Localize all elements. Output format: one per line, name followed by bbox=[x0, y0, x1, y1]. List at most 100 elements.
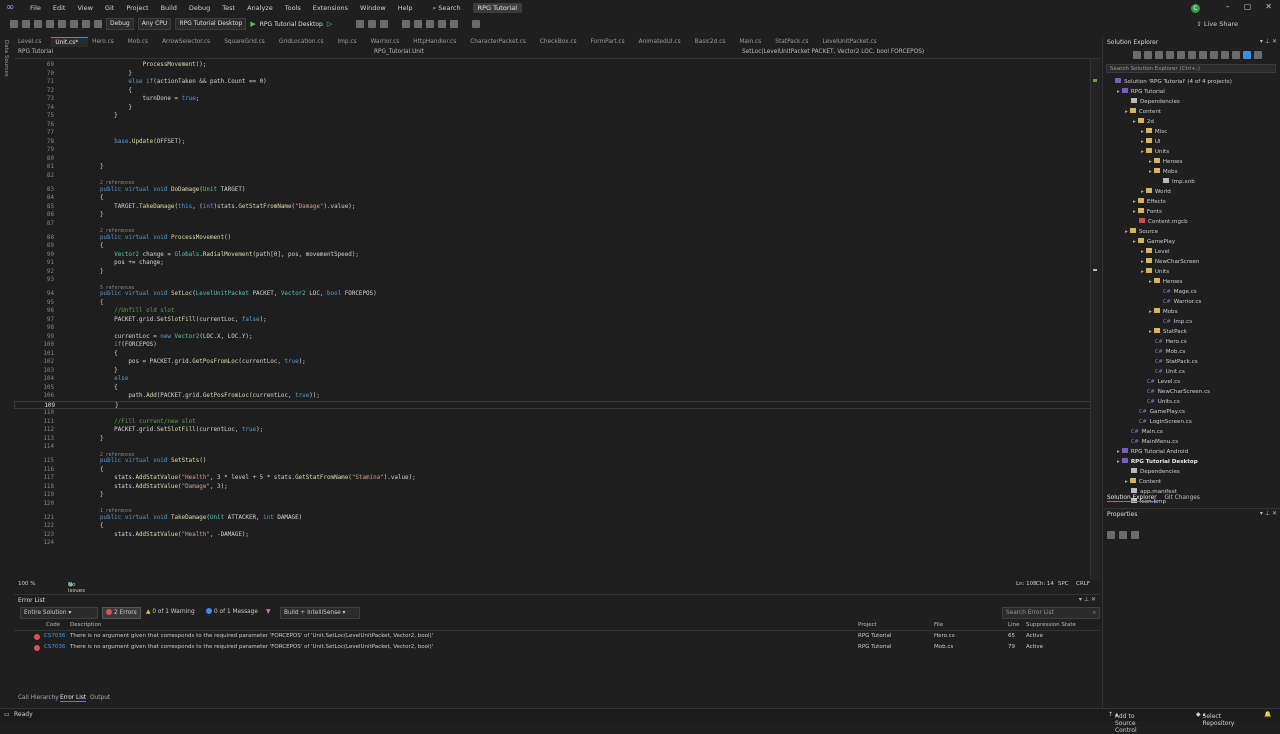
tree-item[interactable]: C# LoginScreen.cs bbox=[1133, 417, 1192, 427]
menu-item-help[interactable]: Help bbox=[392, 4, 419, 12]
tree-item[interactable]: ▸ Mobs bbox=[1149, 307, 1178, 317]
tab-arrowselector-cs[interactable]: ArrowSelector.cs bbox=[158, 37, 220, 47]
data-sources-tab[interactable]: Data Sources bbox=[3, 40, 9, 77]
search-error-list[interactable]: Search Error List ⌕ bbox=[1002, 607, 1100, 619]
tree-item[interactable]: Solution 'RPG Tutorial' (4 of 4 projects… bbox=[1109, 77, 1232, 87]
account-avatar[interactable]: C bbox=[1191, 4, 1200, 13]
zoom-level[interactable]: 100 % bbox=[18, 581, 35, 587]
nav-project[interactable]: RPG Tutorial bbox=[18, 49, 53, 55]
menu-item-project[interactable]: Project bbox=[120, 4, 154, 12]
tree-item[interactable]: ▸ Mobs bbox=[1149, 167, 1178, 177]
tab-warrior-cs[interactable]: Warrior.cs bbox=[367, 37, 410, 47]
tree-item[interactable]: C# MainMenu.cs bbox=[1125, 437, 1178, 447]
code-line[interactable]: 84 { bbox=[14, 194, 1092, 203]
code-line[interactable]: 93 bbox=[14, 276, 1092, 285]
code-line[interactable]: 85 TARGET.TakeDamage(this, (int)stats.Ge… bbox=[14, 203, 1092, 212]
back-icon[interactable] bbox=[1133, 51, 1141, 59]
menu-item-git[interactable]: Git bbox=[99, 4, 120, 12]
code-line[interactable]: 94 public virtual void SetLoc(LevelUnitPa… bbox=[14, 290, 1092, 299]
header-file[interactable]: File bbox=[934, 622, 943, 628]
warnings-filter[interactable]: ▲ 0 of 1 Warning bbox=[146, 607, 195, 617]
messages-filter[interactable]: 0 of 1 Message bbox=[206, 607, 258, 617]
start-without-debugging-icon[interactable]: ▷ bbox=[327, 20, 332, 28]
line-ending[interactable]: CRLF bbox=[1076, 581, 1090, 587]
refresh-icon[interactable] bbox=[1199, 51, 1207, 59]
code-line[interactable]: 79 bbox=[14, 146, 1092, 155]
tree-item[interactable]: ▸ StatPack bbox=[1149, 327, 1187, 337]
code-line[interactable]: 92} bbox=[14, 268, 1092, 277]
code-line[interactable]: 76 bbox=[14, 121, 1092, 130]
dropdown-icon[interactable]: ▾ bbox=[1079, 596, 1082, 603]
expand-arrow-icon[interactable]: ▸ bbox=[1141, 269, 1144, 275]
tool-icon[interactable] bbox=[356, 20, 365, 28]
configuration-select[interactable]: Debug bbox=[106, 18, 134, 30]
menu-item-analyze[interactable]: Analyze bbox=[241, 4, 279, 12]
tree-item[interactable]: Dependencies bbox=[1125, 97, 1180, 107]
undo-icon[interactable] bbox=[82, 20, 90, 28]
pin-icon[interactable]: ⊥ bbox=[1265, 510, 1270, 517]
settings-icon[interactable] bbox=[1254, 51, 1262, 59]
tree-item[interactable]: C# Warrior.cs bbox=[1157, 297, 1201, 307]
code-line[interactable]: 69 ProcessMovement(); bbox=[14, 61, 1092, 70]
code-line[interactable]: 96 //Unfill old slot bbox=[14, 307, 1092, 316]
tree-item[interactable]: C# Unit.cs bbox=[1149, 367, 1185, 377]
tab-output[interactable]: Output bbox=[90, 695, 110, 701]
expand-arrow-icon[interactable]: ▸ bbox=[1125, 479, 1128, 485]
tree-item[interactable]: ▸ Fonts bbox=[1133, 207, 1162, 217]
error-row[interactable]: CS7036 There is no argument given that co… bbox=[14, 632, 1100, 642]
tree-item[interactable]: ▸ Content bbox=[1125, 107, 1161, 117]
properties-icon[interactable] bbox=[1232, 51, 1240, 59]
tab-error-list[interactable]: Error List bbox=[60, 695, 87, 702]
tree-item[interactable]: ▸ Heroes bbox=[1149, 157, 1182, 167]
tool-icon[interactable] bbox=[380, 20, 389, 28]
editor-scrollbar[interactable] bbox=[1090, 59, 1100, 579]
tab-level-cs[interactable]: Level.cs bbox=[14, 37, 51, 47]
expand-arrow-icon[interactable]: ▸ bbox=[1141, 259, 1144, 265]
expand-arrow-icon[interactable]: ▸ bbox=[1117, 89, 1120, 95]
expand-arrow-icon[interactable]: ▸ bbox=[1117, 449, 1120, 455]
tree-item[interactable]: ▸ 2d bbox=[1133, 117, 1154, 127]
code-line[interactable]: 122 { bbox=[14, 522, 1092, 531]
code-line[interactable]: 75 } bbox=[14, 112, 1092, 121]
expand-arrow-icon[interactable]: ▸ bbox=[1141, 149, 1144, 155]
expand-arrow-icon[interactable]: ▸ bbox=[1125, 109, 1128, 115]
code-line[interactable]: 74 } bbox=[14, 104, 1092, 113]
tool-icon[interactable] bbox=[368, 20, 377, 28]
tab-imp-cs[interactable]: Imp.cs bbox=[334, 37, 367, 47]
menu-item-edit[interactable]: Edit bbox=[47, 4, 72, 12]
code-line[interactable]: 82 bbox=[14, 172, 1092, 181]
tree-item[interactable]: C# Mob.cs bbox=[1149, 347, 1185, 357]
tab-main-cs[interactable]: Main.cs bbox=[735, 37, 771, 47]
code-line[interactable]: 89 { bbox=[14, 242, 1092, 251]
header-code[interactable]: Code bbox=[46, 622, 60, 628]
minimize-icon[interactable]: – bbox=[1226, 2, 1230, 11]
code-line[interactable]: 100 if(FORCEPOS) bbox=[14, 341, 1092, 350]
expand-arrow-icon[interactable]: ▸ bbox=[1141, 189, 1144, 195]
errors-filter[interactable]: 2 Errors bbox=[102, 607, 141, 619]
tree-item[interactable]: C# GamePlay.cs bbox=[1133, 407, 1185, 417]
close-icon[interactable]: ✕ bbox=[1272, 510, 1277, 517]
expand-arrow-icon[interactable]: ▸ bbox=[1149, 169, 1152, 175]
close-icon[interactable]: ✕ bbox=[1272, 38, 1277, 45]
error-row[interactable]: CS7036 There is no argument given that co… bbox=[14, 643, 1100, 653]
tree-item[interactable]: ▸ Heroes bbox=[1149, 277, 1182, 287]
tab-gridlocation-cs[interactable]: GridLocation.cs bbox=[275, 37, 334, 47]
code-line[interactable]: 83 public virtual void DoDamage(Unit TARG… bbox=[14, 186, 1092, 195]
tree-item[interactable]: C# Hero.cs bbox=[1149, 337, 1187, 347]
code-line[interactable]: 111 //Fill current/new slot bbox=[14, 418, 1092, 427]
tree-item[interactable]: ▸ Misc bbox=[1141, 127, 1167, 137]
expand-arrow-icon[interactable]: ▸ bbox=[1133, 119, 1136, 125]
tree-item[interactable]: C# Level.cs bbox=[1141, 377, 1180, 387]
tool-icon[interactable] bbox=[438, 20, 447, 28]
code-line[interactable]: 119} bbox=[14, 491, 1092, 500]
code-line[interactable]: 77 bbox=[14, 129, 1092, 138]
tree-item[interactable]: ▸ Source bbox=[1125, 227, 1158, 237]
property-pages-icon[interactable] bbox=[1131, 531, 1139, 539]
expand-arrow-icon[interactable]: ▸ bbox=[1133, 239, 1136, 245]
tree-item[interactable]: ▸ World bbox=[1141, 187, 1171, 197]
tree-item[interactable]: ▸ Effects bbox=[1133, 197, 1166, 207]
filter-icon[interactable]: ▼ bbox=[266, 607, 270, 617]
code-line[interactable]: 114 bbox=[14, 443, 1092, 452]
error-code[interactable]: CS7036 bbox=[44, 633, 65, 639]
save-all-icon[interactable] bbox=[70, 20, 78, 28]
